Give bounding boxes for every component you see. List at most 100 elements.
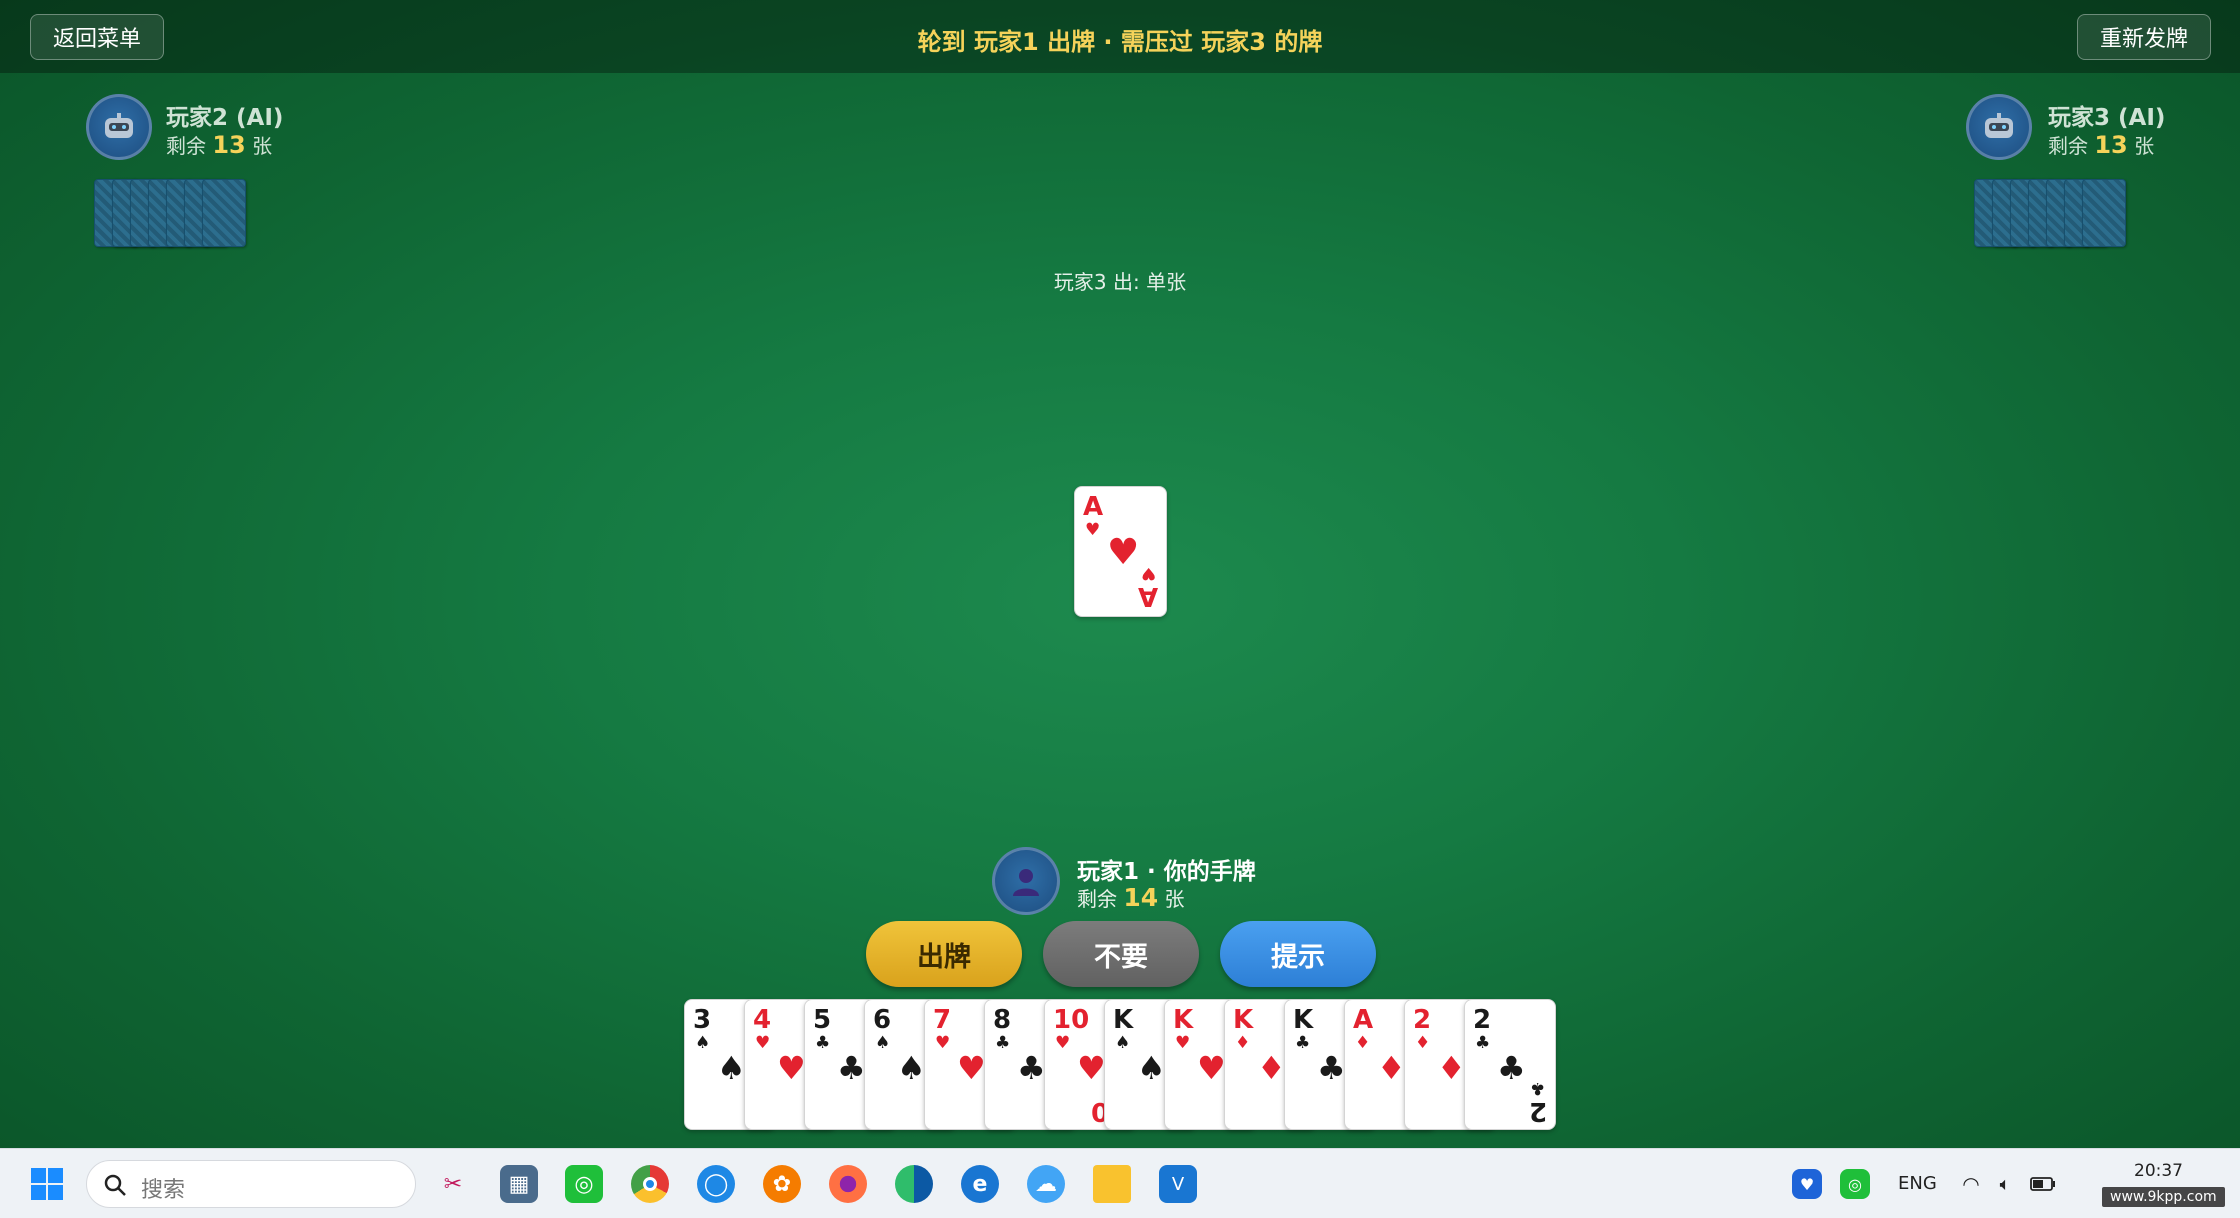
card-rank: A [1353,1005,1374,1035]
input-language[interactable]: ENG [1898,1173,1937,1194]
robot-avatar-icon [86,94,152,160]
card-suit-icon: ♥ [1175,1033,1191,1053]
windows-taskbar: 搜索 ✂ ▦ ◎ ◯ ✿ e ☁ V ♥ ◎ ENG ◠ 🔈︎ 20:37 ww… [0,1148,2240,1218]
card-rank: K [1173,1005,1194,1035]
player-avatar-icon [992,847,1060,915]
card-suit-icon: ♣ [1497,1049,1526,1087]
card-suit-icon: ♦ [1437,1049,1466,1087]
card-suit-icon: ♣ [1295,1033,1311,1053]
card-rank: 8 [993,1005,1012,1035]
card-rank: 6 [873,1005,892,1035]
card-suit-icon: ♣ [1529,1078,1545,1098]
card-rank: 2 [1413,1005,1432,1035]
search-icon [104,1174,126,1196]
edge-icon[interactable] [895,1165,933,1203]
search-placeholder: 搜索 [141,1178,186,1203]
redeal-button[interactable]: 重新发牌 [2077,14,2211,60]
card-suit-icon: ♥ [935,1033,951,1053]
card-suit-icon: ♠ [717,1049,746,1087]
card-suit-icon: ♥ [1085,520,1101,540]
card-rank: K [1113,1005,1134,1035]
game-table: 返回菜单 轮到 玩家1 出牌 · 需压过 玩家3 的牌 重新发牌 玩家2 (AI… [0,0,2240,1148]
folder-icon[interactable] [1093,1165,1131,1203]
chrome-icon[interactable] [631,1165,669,1203]
robot-avatar-icon [1966,94,2032,160]
card-suit-icon: ♠ [897,1049,926,1087]
card-suit-icon: ♥ [1140,563,1156,583]
card-rank: 5 [813,1005,832,1035]
card-suit-icon: ♠ [1115,1033,1131,1053]
opponent-card-backs [94,179,268,249]
player-hand: 3♠♠♠34♥♥♥45♣♣♣56♠♠♠67♥♥♥78♣♣♣810♥♥♥10K♠♠… [684,999,1558,1132]
watermark: www.9kpp.com [2102,1187,2225,1207]
vscode-icon[interactable]: V [1159,1165,1197,1203]
top-bar: 返回菜单 轮到 玩家1 出牌 · 需压过 玩家3 的牌 重新发牌 [0,0,2240,73]
opponent-card-count: 剩余 13 张 [2048,130,2154,159]
card-back [2082,179,2126,247]
card-suit-icon: ♥ [1197,1049,1226,1087]
player-name: 玩家1 · 你的手牌 [1077,859,1256,885]
opponent-card-backs [1974,179,2148,249]
wifi-icon[interactable]: ◠ [1956,1169,1986,1199]
player-card-count: 剩余 14 张 [1077,883,1185,912]
card-rank: A [1083,492,1104,522]
app-orange-icon[interactable]: ✿ [763,1165,801,1203]
opponent-name: 玩家2 (AI) [166,105,284,131]
ie-icon[interactable]: e [961,1165,999,1203]
card-suit-icon: ♥ [777,1049,806,1087]
card-back [202,179,246,247]
clock-time[interactable]: 20:37 [2134,1161,2183,1181]
card-rank: A [1137,581,1158,611]
card-rank: 2 [1528,1096,1547,1126]
opponent-card-count: 剩余 13 张 [166,130,272,159]
card-suit-icon: ♥ [957,1049,986,1087]
snipping-tool-icon[interactable]: ✂ [434,1165,472,1203]
card-suit-icon: ♥ [1077,1049,1106,1087]
wechat-tray-icon[interactable]: ◎ [1840,1169,1870,1199]
app-cloud-icon[interactable]: ☁ [1027,1165,1065,1203]
card-suit-icon: ♣ [1475,1033,1491,1053]
play-cards-button[interactable]: 出牌 [866,921,1022,987]
turn-status: 轮到 玩家1 出牌 · 需压过 玩家3 的牌 [917,28,1323,56]
card-suit-icon: ♦ [1355,1033,1371,1053]
card-suit-icon: ♣ [1017,1049,1046,1087]
card-suit-icon: ♥ [1107,532,1140,573]
card-suit-icon: ♠ [695,1033,711,1053]
wechat-icon[interactable]: ◎ [565,1165,603,1203]
count-number: 13 [212,131,246,159]
card-suit-icon: ♥ [1055,1033,1071,1053]
card-suit-icon: ♥ [755,1033,771,1053]
calculator-icon[interactable]: ▦ [500,1165,538,1203]
played-card: A ♥ ♥ ♥ A [1074,486,1167,617]
opponent-name: 玩家3 (AI) [2048,105,2166,131]
card-rank: 2 [1473,1005,1492,1035]
taskbar-search-input[interactable]: 搜索 [86,1160,416,1208]
card-suit-icon: ♦ [1257,1049,1286,1087]
card-suit-icon: ♦ [1235,1033,1251,1053]
app-blue-icon[interactable]: ◯ [697,1165,735,1203]
card-suit-icon: ♣ [837,1049,866,1087]
volume-icon[interactable]: 🔈︎ [1990,1169,2020,1199]
card-rank: 10 [1053,1005,1090,1035]
count-number: 13 [2094,131,2128,159]
firefox-icon[interactable] [829,1165,867,1203]
card-rank: 7 [933,1005,952,1035]
count-suffix: 张 [1164,887,1185,911]
card-suit-icon: ♣ [1317,1049,1346,1087]
card-suit-icon: ♣ [815,1033,831,1053]
card-rank: K [1233,1005,1254,1035]
card-rank: 3 [693,1005,712,1035]
security-shield-icon[interactable]: ♥ [1792,1169,1822,1199]
count-suffix: 张 [2134,134,2155,158]
card-suit-icon: ♠ [875,1033,891,1053]
count-suffix: 张 [252,134,273,158]
last-play-info: 玩家3 出: 单张 [1053,270,1187,294]
card-rank: K [1293,1005,1314,1035]
battery-icon[interactable] [2028,1169,2058,1199]
count-prefix: 剩余 [166,134,206,158]
start-icon[interactable] [28,1165,66,1203]
count-prefix: 剩余 [1077,887,1117,911]
pass-button[interactable]: 不要 [1043,921,1199,987]
hand-card[interactable]: 2 ♣ ♣ ♣ 2 [1464,999,1556,1130]
hint-button[interactable]: 提示 [1220,921,1376,987]
